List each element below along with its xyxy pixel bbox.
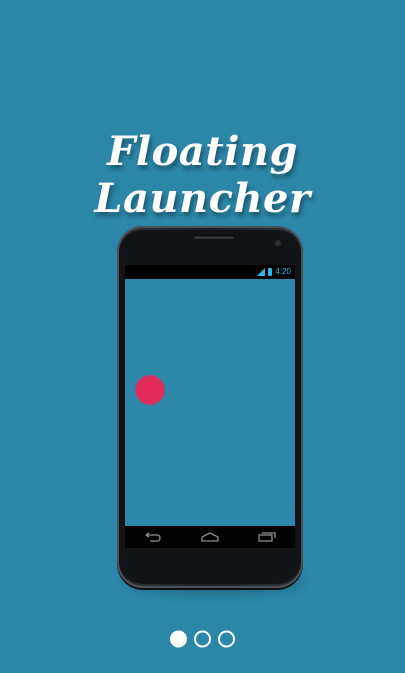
page-dot[interactable]: [218, 630, 235, 648]
page-indicator: [170, 630, 235, 648]
back-icon[interactable]: [140, 530, 166, 544]
phone-mockup: 4:20: [117, 226, 303, 588]
navigation-bar: [125, 526, 295, 548]
app-title: Floating Launcher: [94, 128, 311, 222]
camera-icon: [275, 240, 281, 246]
signal-icon: [257, 268, 266, 276]
phone-screen: 4:20: [125, 265, 295, 548]
phone-bezel: 4:20: [121, 230, 299, 584]
page-dot[interactable]: [194, 630, 211, 648]
status-time: 4:20: [275, 267, 291, 276]
battery-icon: [268, 268, 273, 276]
status-bar: 4:20: [125, 265, 295, 279]
page-dot-active[interactable]: [170, 630, 187, 648]
speaker-grille: [194, 235, 234, 239]
home-icon[interactable]: [197, 530, 223, 544]
floating-launcher-bubble[interactable]: [135, 375, 165, 405]
recents-icon[interactable]: [254, 530, 280, 544]
